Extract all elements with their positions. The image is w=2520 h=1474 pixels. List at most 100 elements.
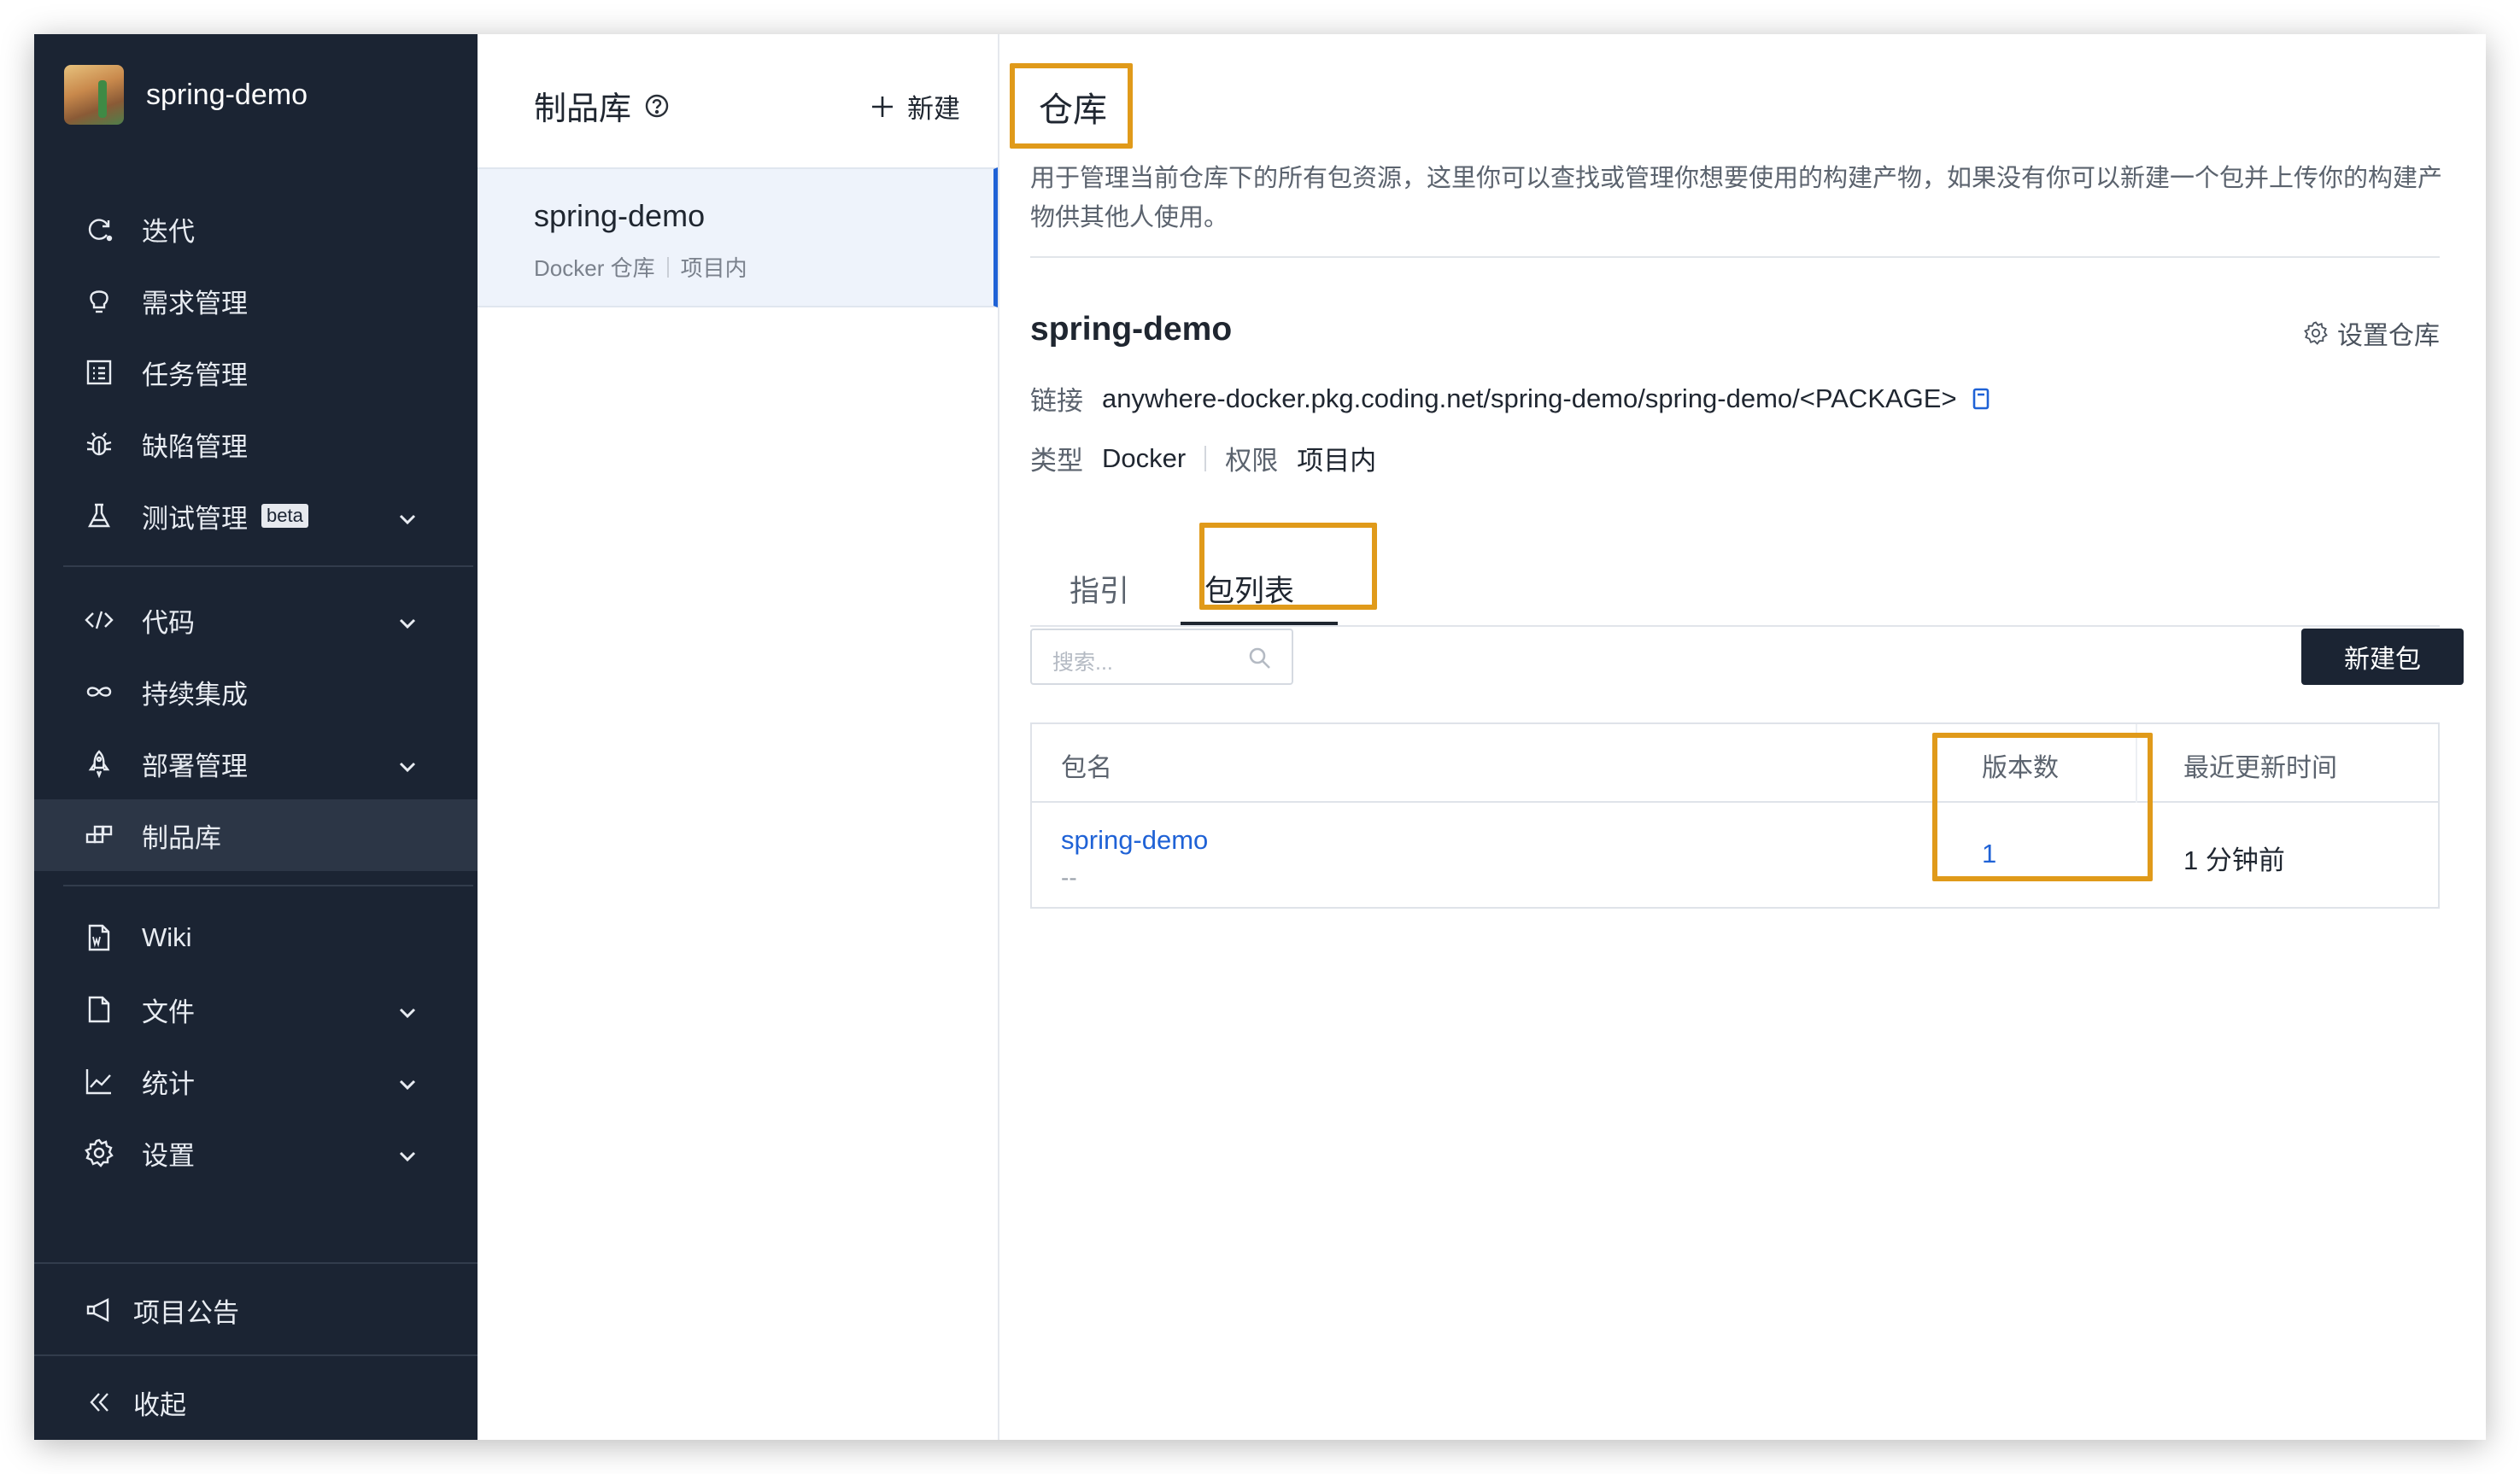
search-input[interactable]: 搜索... xyxy=(1030,629,1293,685)
table-header: 包名 版本数 最近更新时间 xyxy=(1032,724,2438,803)
repo-settings-link[interactable]: 设置仓库 xyxy=(2303,314,2440,352)
bug-icon xyxy=(84,429,114,459)
wiki-doc-icon xyxy=(84,922,114,953)
repo-list-item[interactable]: spring-demo Docker 仓库 项目内 xyxy=(478,167,998,307)
type-value: Docker xyxy=(1102,442,1187,473)
main-content: 仓库 用于管理当前仓库下的所有包资源，这里你可以查找或管理你想要使用的构建产物，… xyxy=(999,34,2486,1440)
sidebar-item-label: 文件 xyxy=(142,997,195,1027)
package-desc: -- xyxy=(1061,864,1077,891)
page-description: 用于管理当前仓库下的所有包资源，这里你可以查找或管理你想要使用的构建产物，如果没… xyxy=(1030,165,2443,231)
sidebar-item-ci[interactable]: 持续集成 xyxy=(34,656,478,728)
sidebar-item-files[interactable]: 文件 xyxy=(34,974,478,1045)
task-list-icon xyxy=(84,357,114,388)
repo-link-row: 链接 anywhere-docker.pkg.coding.net/spring… xyxy=(1030,379,1993,418)
sidebar-item-artifacts[interactable]: 制品库 xyxy=(34,799,478,871)
sidebar-divider xyxy=(34,1354,478,1356)
panel-header: 制品库 xyxy=(534,82,671,129)
sidebar-item-label: 缺陷管理 xyxy=(142,431,248,462)
panel-title: 制品库 xyxy=(534,91,632,127)
sidebar: spring-demo 迭代 需求管理 任务管理 缺陷管理 测试管理 beta … xyxy=(34,34,478,1440)
code-icon xyxy=(84,605,114,635)
sidebar-item-label: 迭代 xyxy=(142,216,195,247)
repo-type: Docker 仓库 xyxy=(534,255,655,281)
package-table: 包名 版本数 最近更新时间 spring-demo -- 1 1 分钟前 xyxy=(1030,722,2440,909)
sidebar-item-label: 部署管理 xyxy=(142,751,248,781)
page-title: 仓库 xyxy=(1039,91,1107,129)
infinity-icon xyxy=(84,676,114,707)
new-repo-button[interactable]: 新建 xyxy=(870,87,960,126)
meta-divider xyxy=(666,256,669,278)
perm-value: 项目内 xyxy=(1297,446,1377,476)
project-header[interactable]: spring-demo xyxy=(64,65,308,125)
chevron-down-icon[interactable] xyxy=(397,506,418,526)
sidebar-item-iteration[interactable]: 迭代 xyxy=(34,193,478,265)
new-package-button[interactable]: 新建包 xyxy=(2301,629,2464,685)
repo-meta: Docker 仓库 项目内 xyxy=(534,251,747,283)
sidebar-item-label: 任务管理 xyxy=(142,360,248,390)
sidebar-divider xyxy=(34,1262,478,1264)
column-divider xyxy=(2136,724,2137,803)
chevron-down-icon[interactable] xyxy=(397,753,418,774)
link-value: anywhere-docker.pkg.coding.net/spring-de… xyxy=(1102,383,1957,413)
sidebar-item-requirements[interactable]: 需求管理 xyxy=(34,265,478,336)
double-chevron-left-icon xyxy=(84,1387,114,1418)
chevron-down-icon[interactable] xyxy=(397,610,418,630)
repo-scope: 项目内 xyxy=(680,255,747,281)
sidebar-item-label: 代码 xyxy=(142,607,195,638)
sidebar-item-label: Wiki xyxy=(142,922,192,952)
repo-list-panel: 制品库 新建 spring-demo Docker 仓库 项目内 xyxy=(478,34,999,1440)
search-icon xyxy=(1247,646,1273,671)
sidebar-item-label: 测试管理 xyxy=(142,503,248,534)
tab-bar: 指引 包列表 xyxy=(1030,550,2440,627)
sidebar-item-settings[interactable]: 设置 xyxy=(34,1117,478,1189)
announcement-item[interactable]: 项目公告 xyxy=(34,1267,478,1353)
package-name-link[interactable]: spring-demo xyxy=(1061,825,1208,856)
tab-package-list[interactable]: 包列表 xyxy=(1204,567,1294,611)
settings-label: 设置仓库 xyxy=(2337,322,2440,350)
sidebar-item-label: 需求管理 xyxy=(142,288,248,319)
beta-badge: beta xyxy=(261,504,308,528)
header-version-count[interactable]: 版本数 xyxy=(1982,746,2059,784)
sidebar-item-testing[interactable]: 测试管理 beta xyxy=(34,480,478,552)
collapse-button[interactable]: 收起 xyxy=(34,1360,478,1440)
sidebar-item-wiki[interactable]: Wiki xyxy=(34,902,478,974)
rocket-icon xyxy=(84,748,114,779)
collapse-label: 收起 xyxy=(133,1389,186,1420)
sidebar-item-code[interactable]: 代码 xyxy=(34,584,478,656)
sidebar-divider xyxy=(63,885,473,886)
project-avatar xyxy=(64,65,124,125)
meta-divider xyxy=(1204,445,1207,471)
repo-title: spring-demo xyxy=(1030,311,1233,348)
help-circle-icon[interactable] xyxy=(643,92,671,120)
megaphone-icon xyxy=(84,1295,114,1325)
sidebar-item-label: 持续集成 xyxy=(142,679,248,710)
app-window: spring-demo 迭代 需求管理 任务管理 缺陷管理 测试管理 beta … xyxy=(34,34,2486,1440)
sidebar-item-label: 制品库 xyxy=(142,822,221,853)
active-tab-indicator xyxy=(1181,622,1338,625)
sidebar-item-deploy[interactable]: 部署管理 xyxy=(34,728,478,799)
chevron-down-icon[interactable] xyxy=(397,1071,418,1091)
sidebar-item-tasks[interactable]: 任务管理 xyxy=(34,336,478,408)
file-icon xyxy=(84,994,114,1025)
type-label: 类型 xyxy=(1030,446,1083,476)
sidebar-item-stats[interactable]: 统计 xyxy=(34,1045,478,1117)
chevron-down-icon[interactable] xyxy=(397,999,418,1020)
header-package-name[interactable]: 包名 xyxy=(1061,746,1112,784)
link-label: 链接 xyxy=(1030,386,1083,416)
tab-guide[interactable]: 指引 xyxy=(1070,567,1129,611)
perm-label: 权限 xyxy=(1225,446,1279,476)
header-divider xyxy=(1030,256,2440,258)
new-repo-label: 新建 xyxy=(907,94,960,124)
version-count[interactable]: 1 xyxy=(1982,839,1996,869)
updated-time: 1 分钟前 xyxy=(2183,845,2285,875)
copy-icon[interactable] xyxy=(1969,386,1993,412)
search-placeholder: 搜索... xyxy=(1052,651,1113,675)
iteration-icon xyxy=(84,213,114,244)
lightbulb-icon xyxy=(84,285,114,316)
sidebar-item-defects[interactable]: 缺陷管理 xyxy=(34,408,478,480)
gear-icon xyxy=(84,1138,114,1168)
sidebar-item-label: 统计 xyxy=(142,1068,195,1099)
chevron-down-icon[interactable] xyxy=(397,1143,418,1163)
header-updated[interactable]: 最近更新时间 xyxy=(2183,746,2337,784)
artifact-icon xyxy=(84,820,114,851)
